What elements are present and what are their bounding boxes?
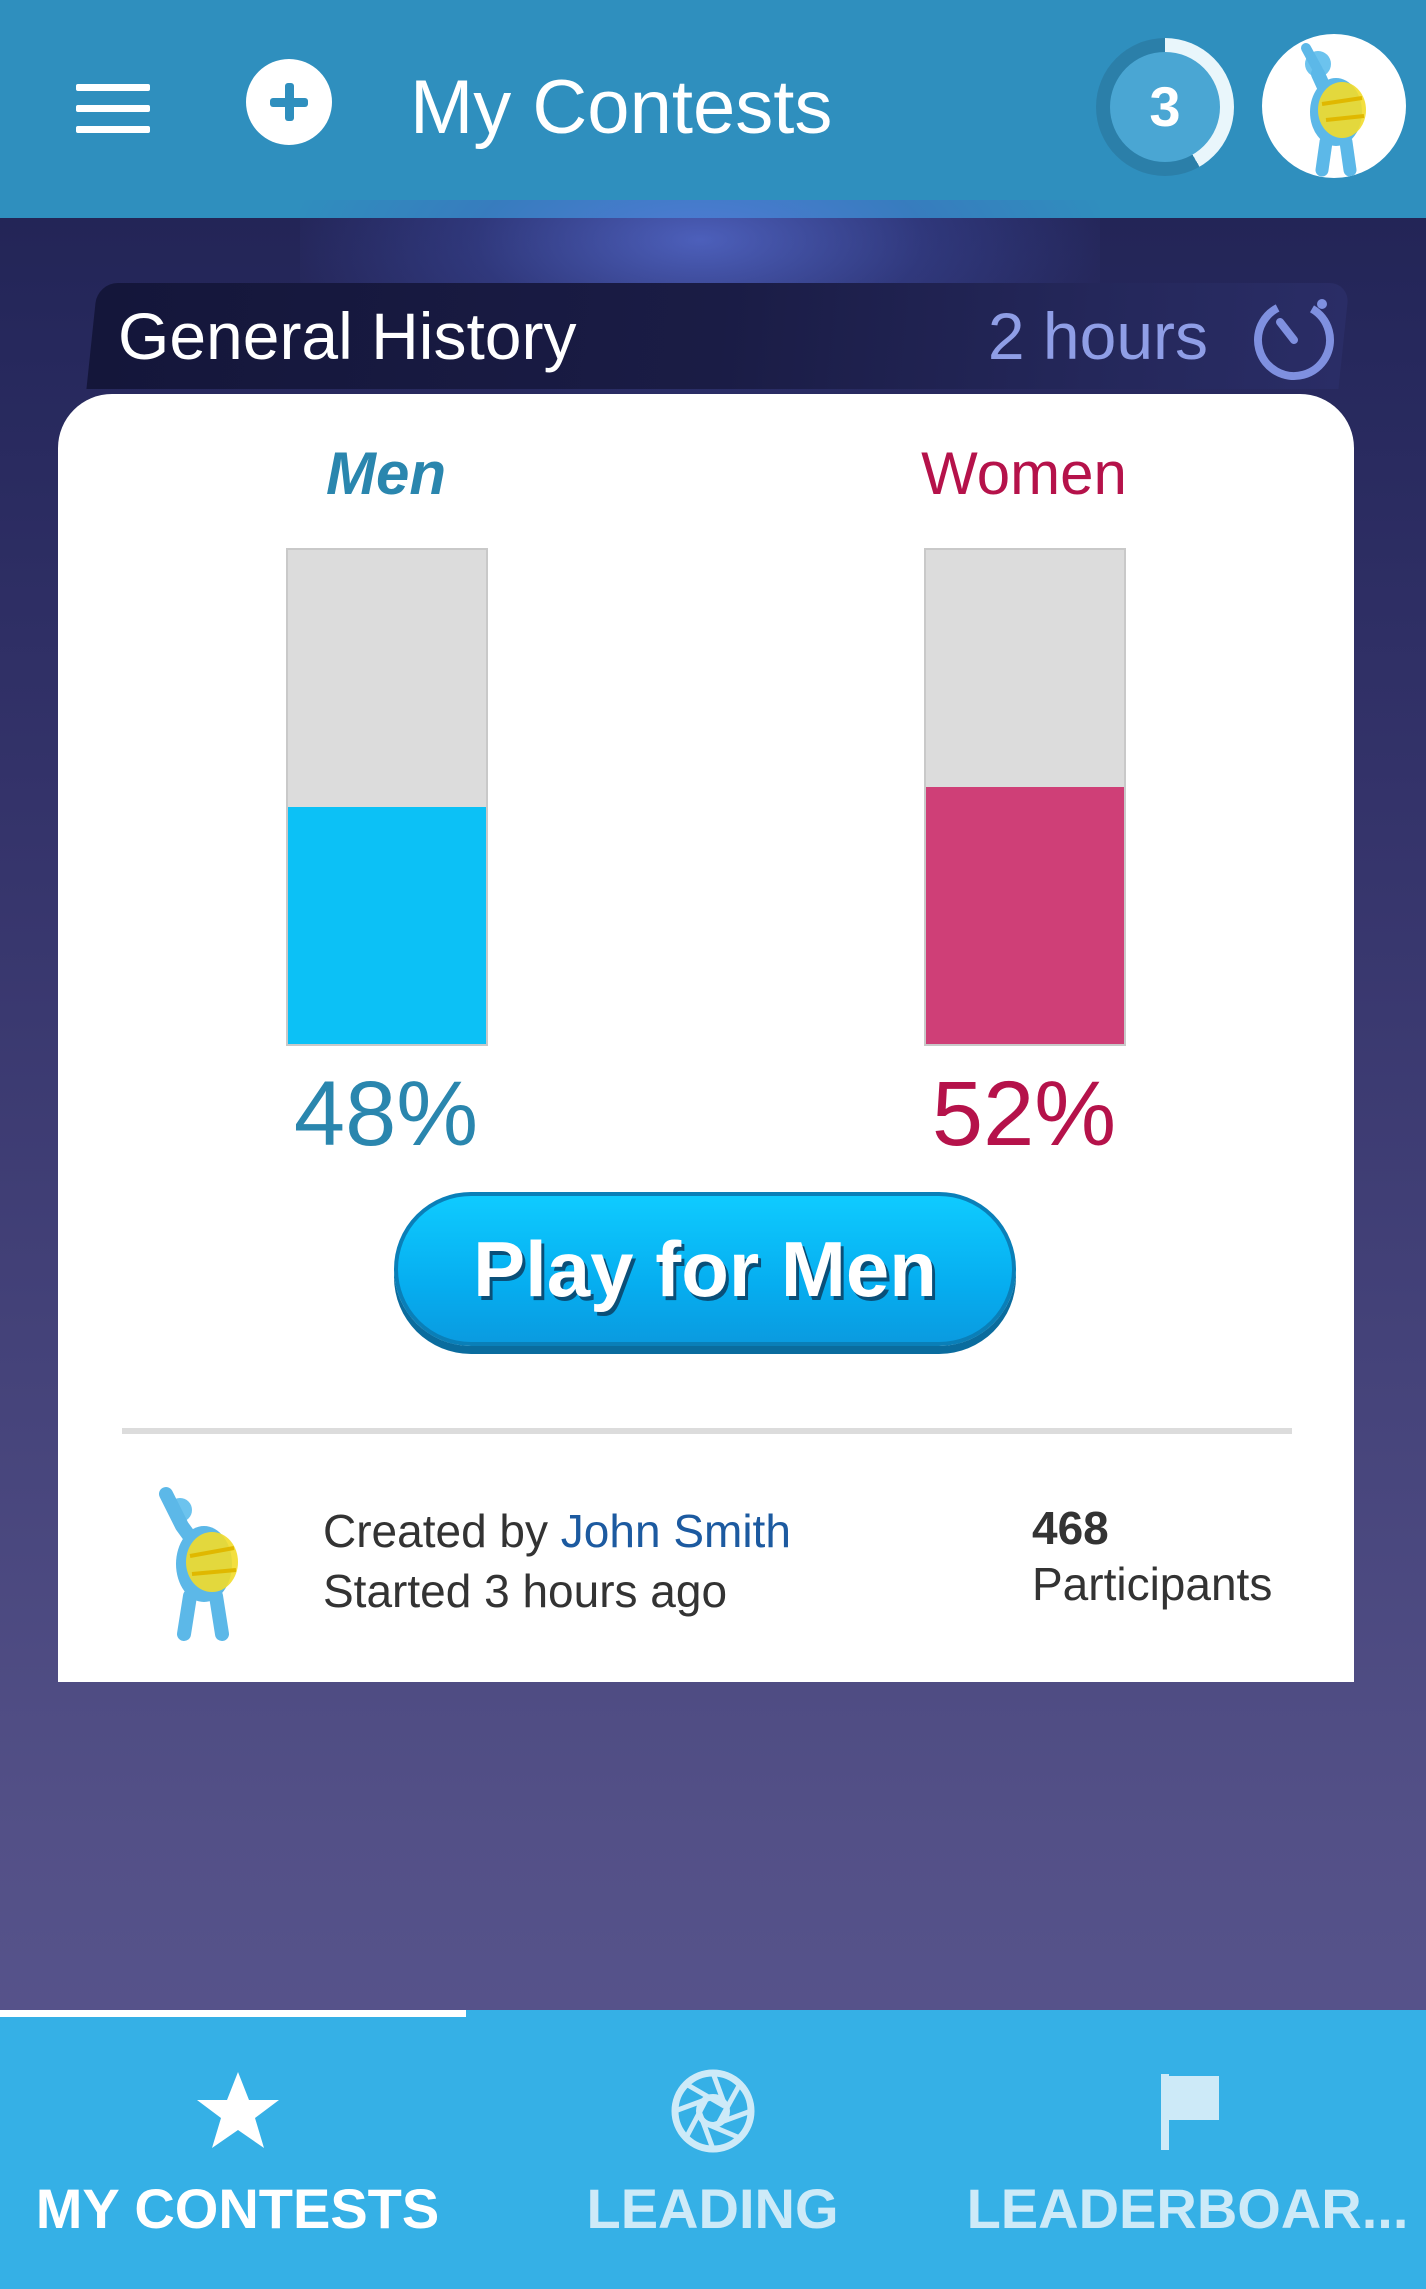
tab-my-contests[interactable]: MY CONTESTS (0, 2010, 475, 2289)
creator-name-link[interactable]: John Smith (561, 1505, 791, 1557)
notification-badge[interactable]: 3 (1096, 38, 1234, 176)
page-title: My Contests (410, 65, 833, 150)
timer-icon (1242, 286, 1342, 386)
app-bar: My Contests 3 (0, 0, 1426, 218)
avatar[interactable] (1262, 34, 1406, 178)
play-button[interactable]: Play for Men (394, 1192, 1016, 1346)
women-progress-bar (924, 548, 1126, 1046)
men-label: Men (326, 440, 446, 507)
creator-avatar[interactable] (128, 1486, 278, 1646)
tab-label: MY CONTESTS (35, 2177, 440, 2240)
participants-label: Participants (1032, 1558, 1273, 1610)
tab-label: LEADING (586, 2177, 839, 2240)
men-progress-bar (286, 548, 488, 1046)
started-time: Started 3 hours ago (323, 1565, 728, 1617)
tab-leaderboard[interactable]: LEADERBOAR... (950, 2010, 1425, 2289)
user-avatar-icon (1301, 43, 1366, 177)
tab-label: LEADERBOAR... (966, 2177, 1409, 2240)
women-progress-fill (926, 787, 1124, 1044)
men-progress-fill (288, 806, 486, 1044)
created-by-label: Created by (323, 1505, 561, 1557)
contest-topic: General History (118, 299, 577, 373)
aperture-icon (671, 2069, 754, 2153)
participants-count: 468 (1032, 1502, 1109, 1554)
notification-count: 3 (1110, 52, 1220, 162)
time-left: 2 hours (987, 299, 1208, 373)
add-contest-icon[interactable] (246, 59, 332, 145)
star-icon (196, 2072, 279, 2148)
contest-card: Men Women 48% 52% Play for Men Created b… (58, 394, 1354, 1682)
women-percent: 52% (931, 1063, 1117, 1165)
tab-leading[interactable]: LEADING (475, 2010, 950, 2289)
men-percent: 48% (293, 1063, 479, 1165)
flag-icon (1160, 2074, 1219, 2150)
bottom-nav: MY CONTESTS LEADING LEADERBOAR... (0, 2010, 1426, 2289)
created-by: Created by John Smith (323, 1502, 791, 1560)
women-label: Women (921, 440, 1127, 507)
menu-icon[interactable] (62, 66, 172, 150)
divider (122, 1428, 1292, 1434)
